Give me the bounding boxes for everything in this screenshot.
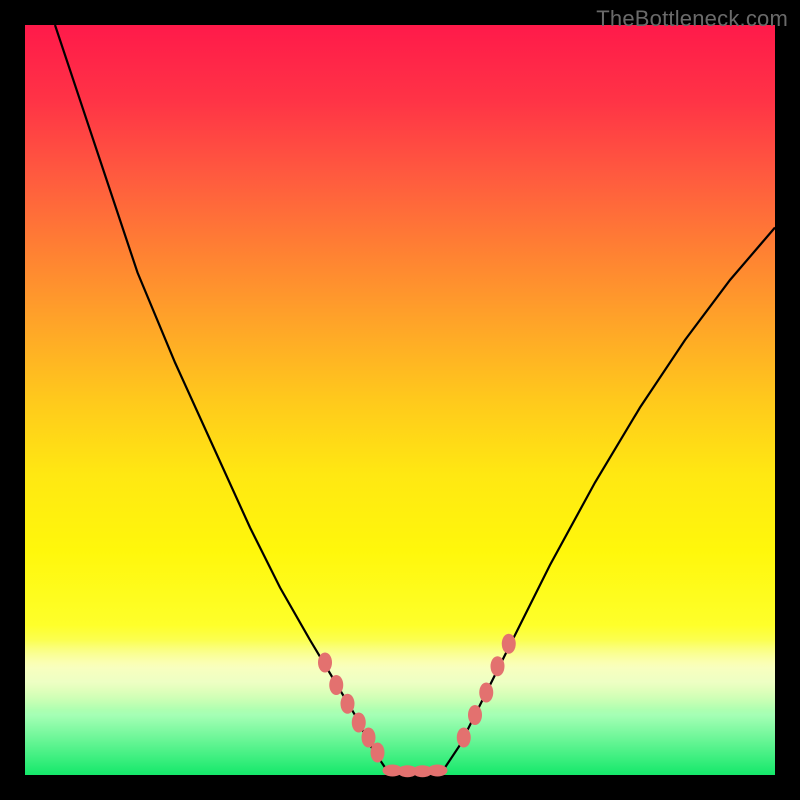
- marker-group-right: [457, 634, 516, 748]
- marker-dot: [428, 765, 448, 777]
- marker-group-floor: [383, 765, 448, 778]
- bottleneck-curve: [55, 25, 775, 773]
- outer-frame: TheBottleneck.com: [0, 0, 800, 800]
- marker-dot: [318, 653, 332, 673]
- watermark-text: TheBottleneck.com: [596, 6, 788, 32]
- marker-dot: [341, 694, 355, 714]
- marker-dot: [468, 705, 482, 725]
- marker-dot: [502, 634, 516, 654]
- marker-dot: [329, 675, 343, 695]
- marker-dot: [352, 713, 366, 733]
- marker-dot: [479, 683, 493, 703]
- marker-group-left: [318, 653, 385, 763]
- marker-dot: [371, 743, 385, 763]
- marker-dot: [457, 728, 471, 748]
- marker-dot: [491, 656, 505, 676]
- chart-svg: [25, 25, 775, 775]
